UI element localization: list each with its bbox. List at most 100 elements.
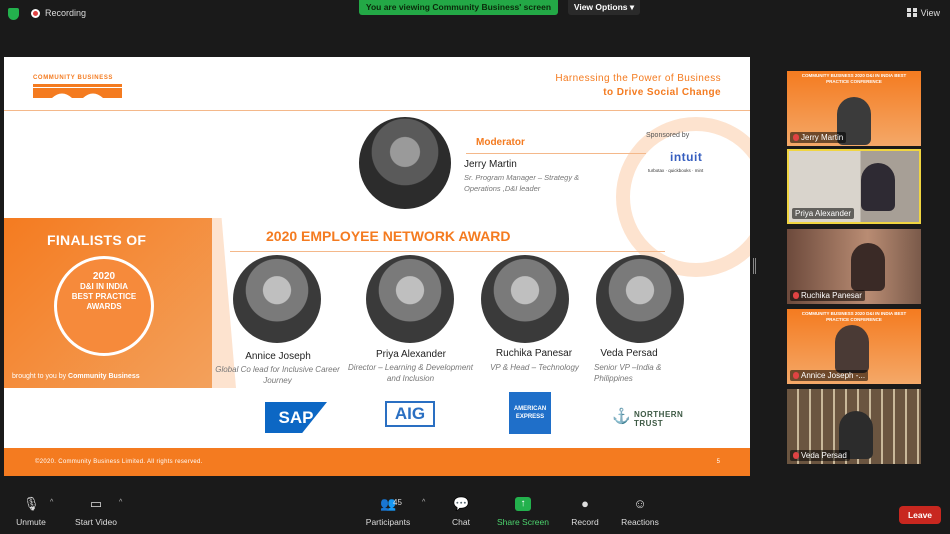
participant-video: [835, 325, 869, 373]
share-screen-icon: ↑: [515, 497, 531, 511]
record-label: Record: [571, 517, 599, 527]
finalist-name: Veda Persad: [600, 348, 658, 359]
mic-muted-icon: [793, 452, 799, 459]
finalist-role: Senior VP –India & Philippines: [594, 363, 662, 383]
chevron-down-icon: ▾: [629, 2, 635, 12]
viewing-screen-banner: You are viewing Community Business' scre…: [359, 0, 558, 15]
chat-icon: 💬: [453, 496, 470, 511]
ntrust-line-1: NORTHERN: [634, 410, 684, 419]
finalist-name: Annice Joseph: [245, 351, 311, 362]
mic-muted-icon: [793, 134, 799, 141]
finalist-photo-ruchika: [481, 255, 569, 343]
moderator-role: Sr. Program Manager – Strategy & Operati…: [464, 173, 580, 193]
participants-button[interactable]: 👥 45 Participants ^: [357, 497, 426, 528]
participant-name-label: Ruchika Panesar: [790, 290, 865, 301]
participant-count: 45: [393, 498, 402, 507]
american-express-logo: AMERICAN EXPRESS: [509, 392, 551, 434]
tagline-line-2: to Drive Social Change: [603, 87, 721, 98]
unmute-button[interactable]: 🎙 Unmute ^: [0, 497, 62, 528]
banner-text: COMMUNITY BUSINESS 2020 D&I IN INDIA BES…: [801, 311, 907, 322]
view-label: View: [920, 8, 940, 18]
recording-icon: [31, 9, 40, 18]
moderator-name: Jerry Martin: [464, 159, 517, 170]
security-shield-icon[interactable]: [8, 8, 19, 20]
view-options-button[interactable]: View Options ▾: [568, 0, 640, 15]
participant-name: Annice Joseph -...: [801, 371, 866, 380]
finalists-of-heading: FINALISTS OF: [47, 232, 147, 248]
participant-name: Ruchika Panesar: [801, 291, 862, 300]
participant-name: Jerry Martin: [801, 133, 844, 142]
record-button[interactable]: ● Record: [554, 496, 616, 528]
meeting-toolbar: 🎙 Unmute ^ ▭ Start Video ^ 👥 45 Particip…: [0, 492, 950, 534]
ntrust-line-2: TRUST: [634, 419, 664, 428]
audio-options-chevron-icon[interactable]: ^: [50, 499, 53, 506]
award-badge: 2020 D&I IN INDIA BEST PRACTICE AWARDS: [54, 256, 154, 356]
award-title-divider: [230, 251, 665, 252]
sponsored-by-label: Sponsored by: [646, 132, 690, 139]
sap-logo: SAP: [265, 402, 327, 433]
header-divider: [4, 110, 750, 111]
participant-video: [851, 243, 885, 291]
award-badge-line-3: AWARDS: [86, 302, 122, 311]
finalist-photo-veda: [596, 255, 684, 343]
mic-muted-icon: [793, 292, 799, 299]
participants-options-chevron-icon[interactable]: ^: [422, 499, 425, 506]
participant-name-label: Veda Persad: [790, 450, 850, 461]
finalist-role: Global Co lead for Inclusive Career Jour…: [215, 365, 340, 384]
reactions-button[interactable]: ☺ Reactions: [609, 497, 671, 528]
view-options-label: View Options: [573, 2, 628, 12]
participant-name: Priya Alexander: [795, 209, 852, 218]
award-badge-year: 2020: [92, 271, 116, 282]
unmute-label: Unmute: [16, 517, 46, 527]
reactions-label: Reactions: [621, 517, 659, 527]
leave-button[interactable]: Leave: [899, 506, 941, 524]
amex-line-2: EXPRESS: [515, 414, 545, 420]
finalist-photo-annice: [233, 255, 321, 343]
participant-tile[interactable]: COMMUNITY BUSINESS 2020 D&I IN INDIA BES…: [787, 71, 921, 146]
participants-label: Participants: [365, 517, 411, 527]
participant-tile[interactable]: COMMUNITY BUSINESS 2020 D&I IN INDIA BES…: [787, 309, 921, 384]
slide-footer: ©2020. Community Business Limited. All r…: [4, 448, 750, 476]
finalist-name: Priya Alexander: [375, 349, 447, 360]
share-screen-button[interactable]: ↑ Share Screen: [492, 497, 554, 527]
share-screen-label: Share Screen: [497, 517, 549, 527]
shared-screen: COMMUNITY BUSINESS Harnessing the Power …: [4, 57, 750, 476]
panel-resize-handle[interactable]: [753, 258, 756, 274]
northern-trust-anchor-icon: ⚓: [612, 408, 631, 425]
finalist-photo-priya: [366, 255, 454, 343]
banner-text: COMMUNITY BUSINESS 2020 D&I IN INDIA BES…: [801, 73, 907, 84]
brought-to-you-by: brought to you by Community Business: [12, 373, 140, 380]
amex-line-1: AMERICAN: [513, 406, 547, 412]
video-off-icon: ▭: [89, 496, 103, 511]
participant-video: [861, 163, 895, 211]
moderator-heading: Moderator: [476, 137, 525, 148]
view-layout-button[interactable]: View: [906, 8, 940, 18]
start-video-button[interactable]: ▭ Start Video ^: [65, 496, 127, 528]
page-number: 5: [716, 459, 720, 465]
brought-by-prefix: brought to you by: [12, 373, 67, 380]
moderator-photo: [359, 117, 451, 209]
start-video-label: Start Video: [75, 517, 117, 527]
award-title: 2020 EMPLOYEE NETWORK AWARD: [266, 228, 511, 244]
video-options-chevron-icon[interactable]: ^: [119, 499, 122, 506]
participant-tile[interactable]: Ruchika Panesar: [787, 229, 921, 304]
brought-by-name: Community Business: [68, 373, 140, 380]
meeting-top-bar: Recording You are viewing Community Busi…: [0, 0, 950, 28]
community-business-logo: [33, 84, 122, 98]
decorative-arc: [616, 117, 750, 277]
record-icon: ●: [581, 496, 589, 511]
participant-tile[interactable]: Veda Persad: [787, 389, 921, 464]
participant-name: Veda Persad: [801, 451, 847, 460]
intuit-product-logos: turbotax · quickbooks · mint: [648, 168, 704, 173]
participant-name-label: Jerry Martin: [790, 132, 847, 143]
mic-muted-icon: [793, 372, 799, 379]
aig-logo: AIG: [385, 401, 435, 427]
participant-tile-active-speaker[interactable]: Priya Alexander: [787, 149, 921, 224]
award-badge-line-1: D&I IN INDIA: [80, 282, 128, 291]
award-badge-line-2: BEST PRACTICE: [71, 292, 137, 301]
moderator-divider: [466, 153, 646, 154]
finalist-name: Ruchika Panesar: [495, 348, 573, 359]
chat-button[interactable]: 💬 Chat: [430, 496, 492, 528]
recording-label: Recording: [45, 8, 87, 18]
participant-name-label: Annice Joseph -...: [790, 370, 869, 381]
